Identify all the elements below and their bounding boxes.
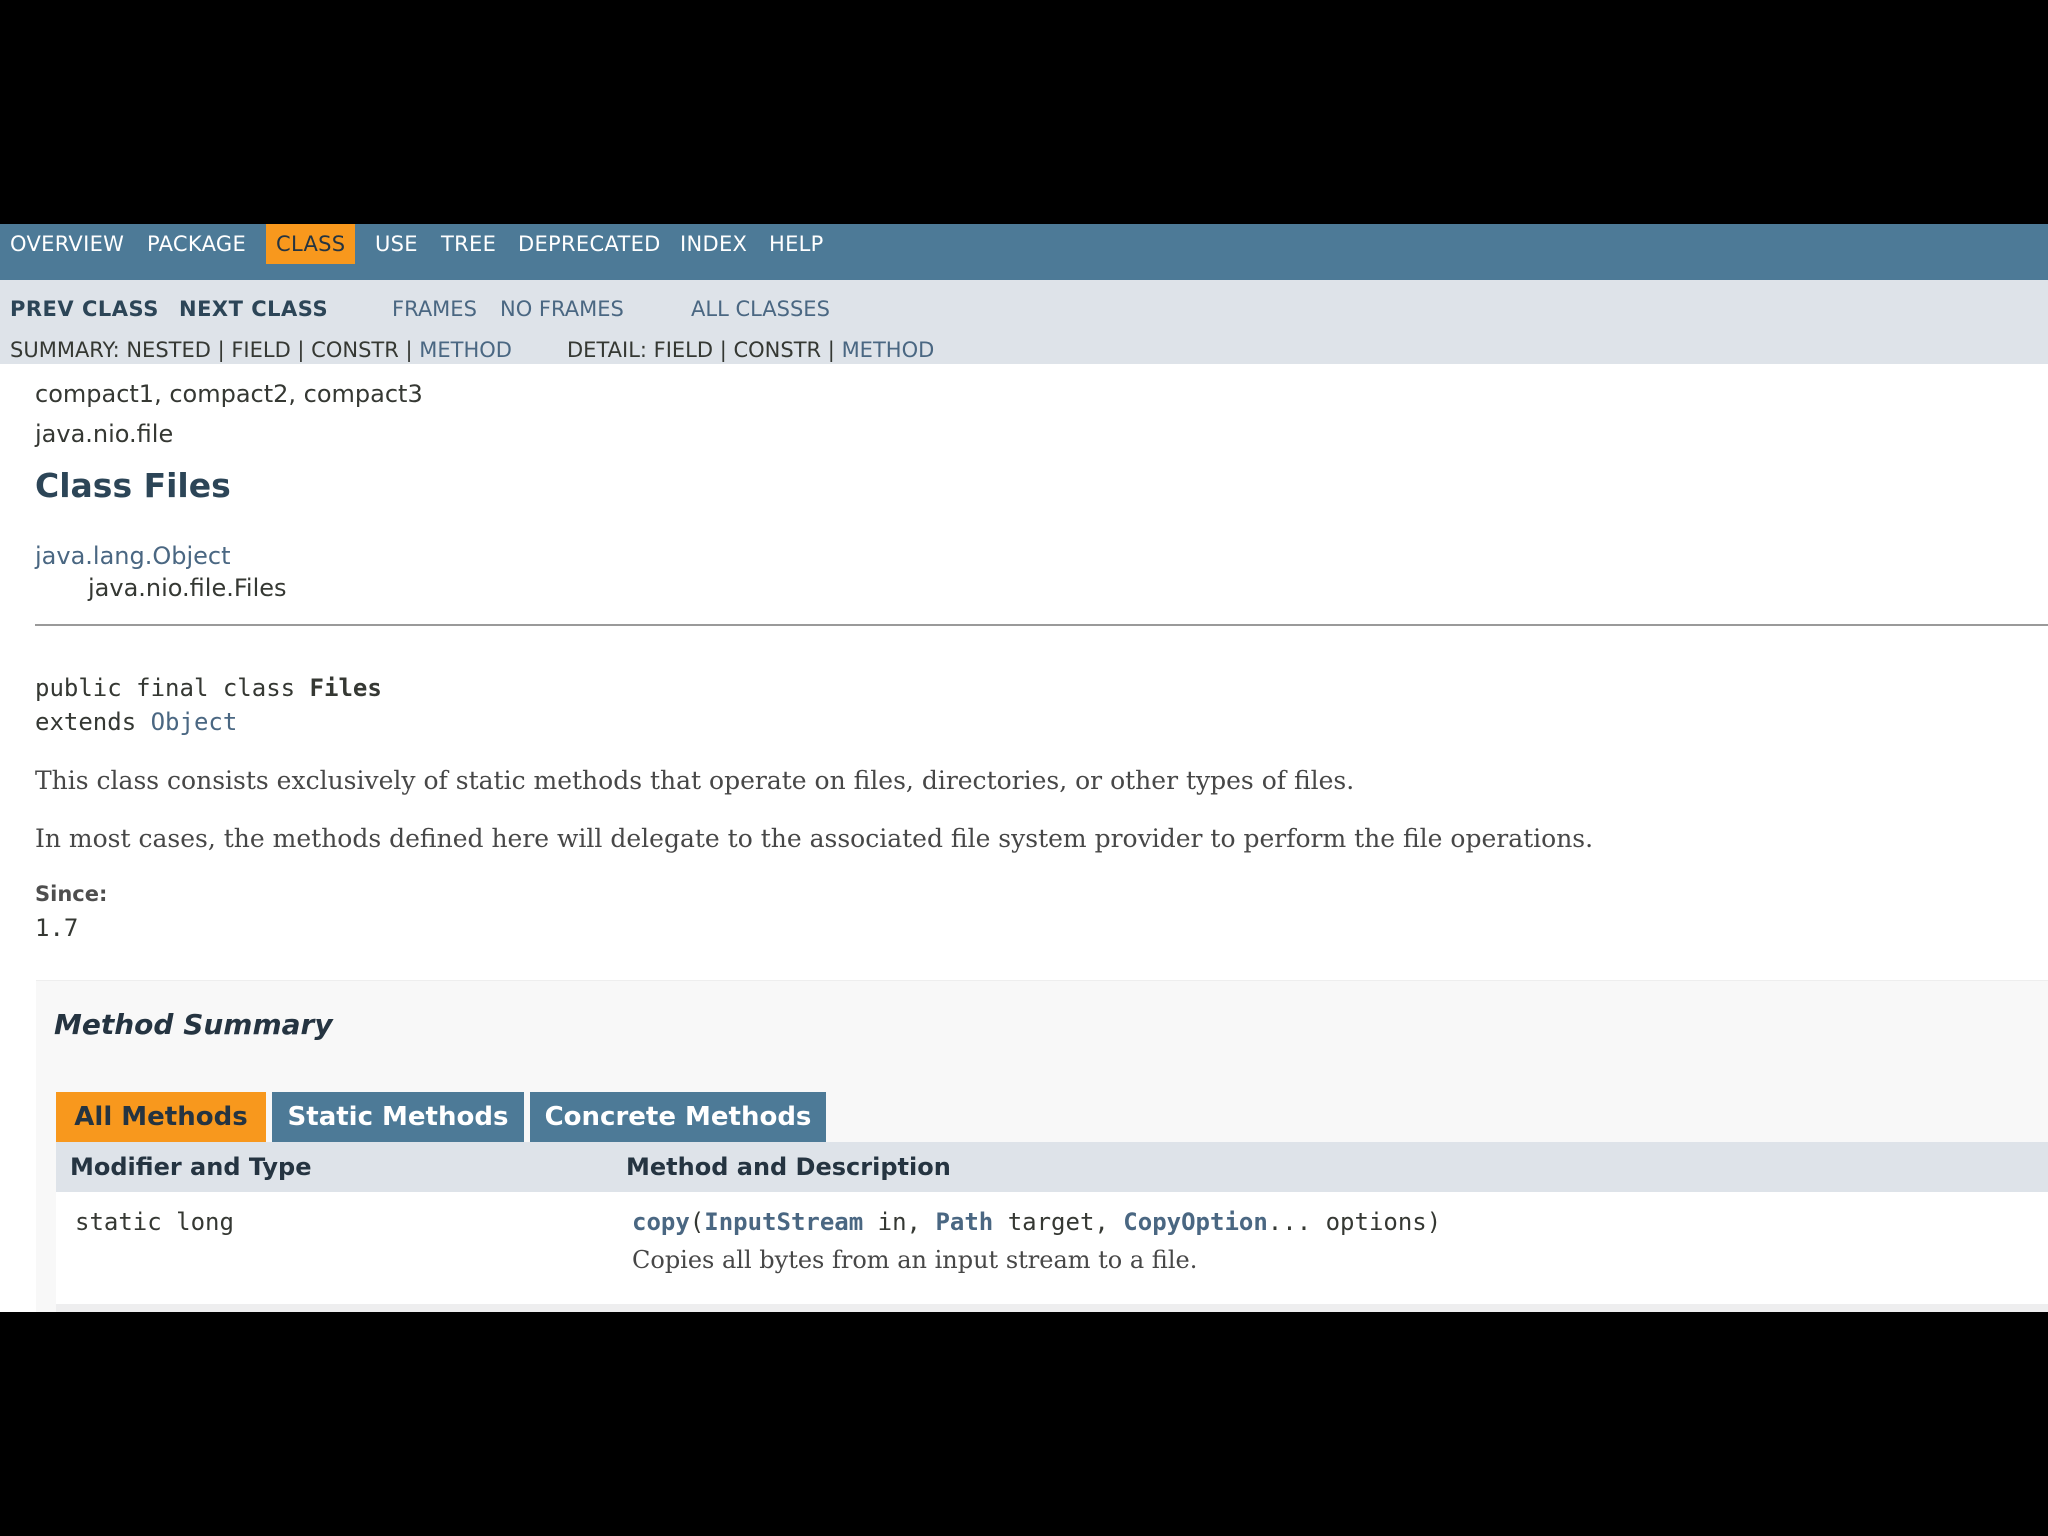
inputstream-link[interactable]: InputStream xyxy=(704,1208,863,1236)
next-class-link[interactable]: NEXT CLASS xyxy=(179,294,328,324)
tab-all-methods[interactable]: All Methods xyxy=(56,1092,266,1142)
description-paragraph-2: In most cases, the methods defined here … xyxy=(35,824,1594,853)
since-value: 1.7 xyxy=(35,914,79,942)
frames-link[interactable]: FRAMES xyxy=(392,294,477,324)
nav-help[interactable]: HELP xyxy=(769,224,824,264)
table-row: static long copy(InputStream in, Path ta… xyxy=(56,1192,2048,1304)
detail-method-link[interactable]: METHOD xyxy=(842,338,935,362)
package-name: java.nio.file xyxy=(35,420,174,448)
detail-nav: DETAIL: FIELD | CONSTR | METHOD xyxy=(567,336,934,364)
no-frames-link[interactable]: NO FRAMES xyxy=(500,294,624,324)
extends-keyword: extends xyxy=(35,708,151,736)
summary-method-link[interactable]: METHOD xyxy=(419,338,512,362)
nav-index[interactable]: INDEX xyxy=(680,224,747,264)
table-row xyxy=(56,1304,2048,1312)
description-paragraph-1: This class consists exclusively of stati… xyxy=(35,766,1355,795)
sub-nav-bar: PREV CLASS NEXT CLASS FRAMES NO FRAMES A… xyxy=(0,280,2048,364)
nav-overview[interactable]: OVERVIEW xyxy=(10,224,124,264)
param-2: target, xyxy=(993,1208,1124,1236)
extends-line: extends Object xyxy=(35,708,237,736)
method-signature: copy(InputStream in, Path target, CopyOp… xyxy=(632,1208,1441,1236)
current-class-name: java.nio.file.Files xyxy=(88,574,287,602)
nav-tree[interactable]: TREE xyxy=(441,224,496,264)
col-method-and-description: Method and Description xyxy=(626,1153,951,1181)
parent-class-link[interactable]: java.lang.Object xyxy=(35,542,231,570)
tab-static-methods[interactable]: Static Methods xyxy=(272,1092,524,1142)
param-1: in, xyxy=(863,1208,936,1236)
detail-label: DETAIL: FIELD | CONSTR | xyxy=(567,338,842,362)
prev-class-link[interactable]: PREV CLASS xyxy=(10,294,159,324)
top-nav-bar: OVERVIEW PACKAGE CLASS USE TREE DEPRECAT… xyxy=(0,224,2048,280)
all-classes-link[interactable]: ALL CLASSES xyxy=(691,294,830,324)
declaration-class-name: Files xyxy=(309,674,382,702)
javadoc-page: OVERVIEW PACKAGE CLASS USE TREE DEPRECAT… xyxy=(0,224,2048,1312)
summary-nav: SUMMARY: NESTED | FIELD | CONSTR | METHO… xyxy=(10,336,512,364)
sig-open: ( xyxy=(689,1208,705,1236)
nav-use[interactable]: USE xyxy=(375,224,418,264)
page-title: Class Files xyxy=(35,466,231,505)
nav-class: CLASS xyxy=(266,224,356,264)
since-label: Since: xyxy=(35,882,108,906)
method-copy-link[interactable]: copy xyxy=(632,1208,690,1236)
col-modifier-and-type: Modifier and Type xyxy=(70,1153,312,1181)
nav-deprecated[interactable]: DEPRECATED xyxy=(518,224,661,264)
tab-concrete-methods[interactable]: Concrete Methods xyxy=(530,1092,826,1142)
method-summary-title: Method Summary xyxy=(54,1008,333,1041)
extends-object-link[interactable]: Object xyxy=(151,708,238,736)
path-link[interactable]: Path xyxy=(935,1208,993,1236)
row-modifier: static long xyxy=(75,1208,234,1236)
copyoption-link[interactable]: CopyOption xyxy=(1123,1208,1268,1236)
method-description: Copies all bytes from an input stream to… xyxy=(632,1246,1198,1274)
class-declaration: public final class Files xyxy=(35,674,382,702)
declaration-prefix: public final class xyxy=(35,674,310,702)
param-3: ... options) xyxy=(1267,1208,1442,1236)
profiles-text: compact1, compact2, compact3 xyxy=(35,380,423,408)
method-table-header: Modifier and Type Method and Description xyxy=(56,1142,2048,1192)
divider xyxy=(35,624,2048,626)
summary-label: SUMMARY: NESTED | FIELD | CONSTR | xyxy=(10,338,420,362)
nav-package[interactable]: PACKAGE xyxy=(147,224,246,264)
